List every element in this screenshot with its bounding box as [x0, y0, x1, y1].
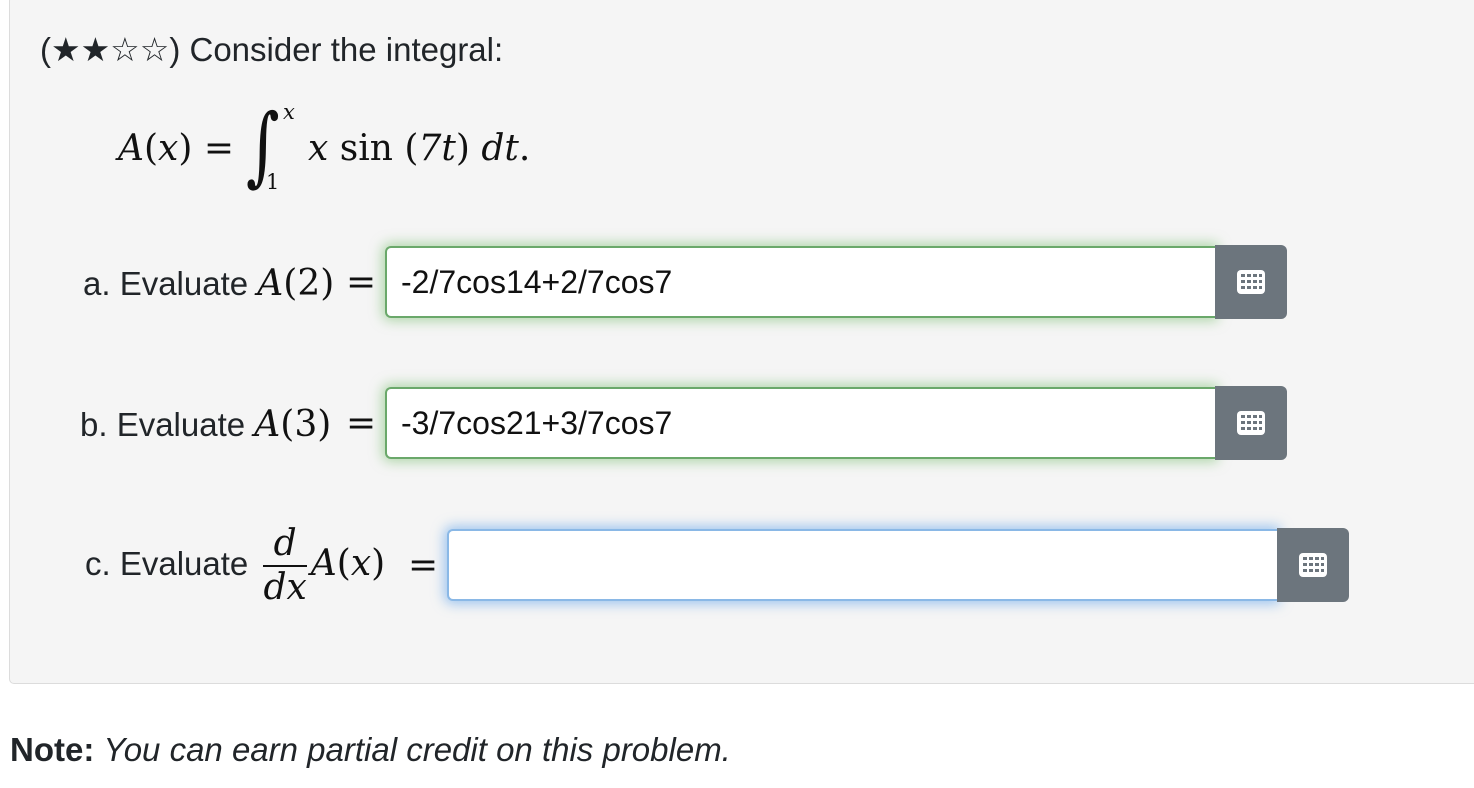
part-c-answer-group: [447, 528, 1349, 605]
grid-icon: [1299, 553, 1327, 577]
part-c-label: c. Evaluate: [85, 545, 249, 582]
part-a-answer-input[interactable]: [385, 246, 1215, 318]
integrand-var: x: [308, 128, 329, 169]
problem-intro: (★★☆☆) Consider the integral:: [40, 31, 504, 68]
part-c-answer-input[interactable]: [447, 529, 1277, 601]
grid-icon: [1237, 270, 1265, 294]
eq-lhs-var: x: [158, 128, 179, 169]
partial-credit-note: Note: You can earn partial credit on thi…: [10, 729, 731, 771]
part-a-func: A: [257, 263, 284, 304]
part-c-derivative: d dx: [263, 525, 307, 609]
part-c-arg: x: [350, 543, 372, 584]
eq-lhs-func: A: [118, 128, 144, 169]
note-label: Note:: [10, 731, 95, 768]
part-c-frac-den: dx: [263, 567, 307, 609]
part-b-arg: 3: [294, 404, 318, 445]
part-a-equals: =: [346, 262, 377, 303]
part-b-equation-editor-button[interactable]: [1215, 386, 1287, 460]
integrand-fn: sin: [339, 128, 393, 169]
part-a-row: a. Evaluate A(2) =: [0, 245, 1474, 322]
integrand: x sin (7t) dt.: [308, 128, 531, 169]
integrand-differential: dt: [481, 128, 519, 169]
part-b-equals: =: [346, 403, 377, 444]
integrand-arg: 7t: [418, 128, 456, 169]
part-b-func: A: [254, 404, 281, 445]
part-c-equation-editor-button[interactable]: [1277, 528, 1349, 602]
grid-icon: [1237, 411, 1265, 435]
part-a-label: a. Evaluate: [83, 265, 249, 302]
part-b-answer-group: [385, 386, 1287, 463]
part-b-label: b. Evaluate: [80, 406, 246, 443]
part-c-equals: =: [408, 545, 439, 586]
integral-upper-limit: x: [283, 100, 295, 124]
part-c-func: A: [310, 543, 337, 584]
part-a-answer-group: [385, 245, 1287, 322]
part-c-frac-num: d: [263, 525, 307, 568]
part-a-arg: 2: [297, 263, 321, 304]
part-a-equation-editor-button[interactable]: [1215, 245, 1287, 319]
note-text: You can earn partial credit on this prob…: [103, 731, 731, 768]
part-b-answer-input[interactable]: [385, 387, 1215, 459]
part-b-row: b. Evaluate A(3) =: [0, 386, 1474, 463]
part-c-row: c. Evaluate d dx A(x) =: [0, 525, 1474, 607]
integral-lower-limit: 1: [266, 170, 280, 194]
